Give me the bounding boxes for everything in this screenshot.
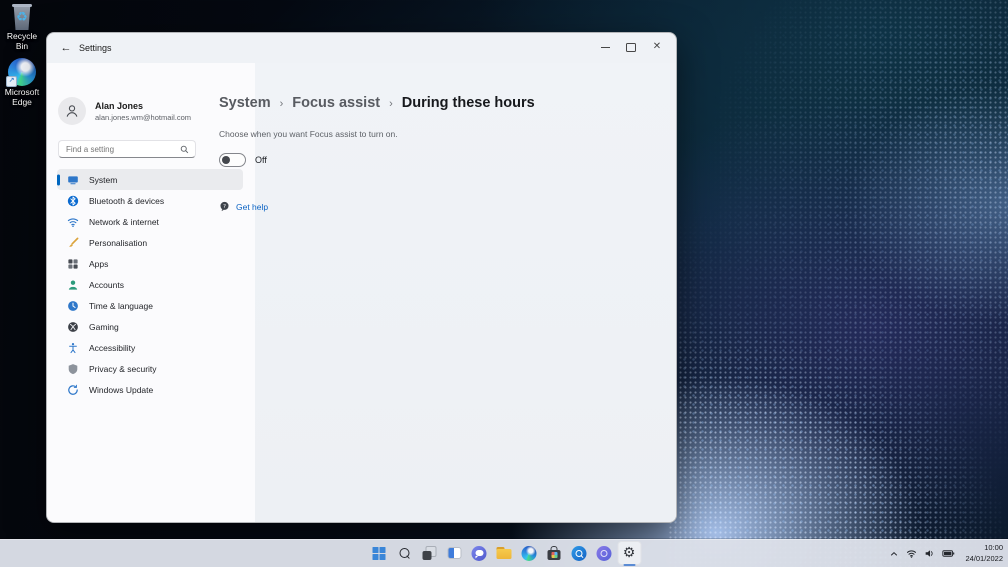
task-view-button[interactable] [417, 541, 441, 565]
desktop: ♻ Recycle Bin ↗ Microsoft Edge ← Setting… [0, 0, 1008, 567]
bluetooth-icon [67, 195, 79, 207]
desktop-icon-label: Microsoft Edge [4, 87, 40, 107]
hidden-icons-chevron[interactable] [889, 549, 899, 559]
desktop-icon-microsoft-edge[interactable]: ↗ Microsoft Edge [0, 58, 44, 108]
tray-date: 24/01/2022 [965, 553, 1003, 563]
settings-taskbar-button[interactable]: ⚙ [617, 541, 641, 565]
sidebar-item-accessibility[interactable]: Accessibility [57, 337, 243, 358]
sidebar-item-system[interactable]: System [57, 169, 243, 190]
system-tray: 10:00 24/01/2022 [889, 540, 1003, 567]
widgets-button[interactable] [442, 541, 466, 565]
settings-search[interactable] [58, 140, 196, 158]
page-description: Choose when you want Focus assist to tur… [219, 129, 398, 139]
sidebar-item-time-language[interactable]: Time & language [57, 295, 243, 316]
svg-text:?: ? [223, 204, 226, 210]
shortcut-arrow-icon: ↗ [6, 76, 17, 87]
back-button[interactable]: ← [57, 40, 75, 56]
window-titlebar[interactable]: ← Settings ✕ [47, 33, 676, 63]
focus-assist-toggle[interactable] [219, 153, 246, 167]
avatar [58, 97, 86, 125]
breadcrumb: System › Focus assist › During these hou… [219, 95, 535, 111]
window-title: Settings [79, 43, 112, 53]
settings-content: System › Focus assist › During these hou… [219, 63, 676, 522]
search-app-button[interactable] [567, 541, 591, 565]
user-email: alan.jones.wm@hotmail.com [95, 112, 191, 122]
cortana-icon [596, 545, 612, 561]
search-app-icon [571, 545, 587, 561]
gear-icon: ⚙ [622, 545, 636, 561]
sidebar-item-windows-update[interactable]: Windows Update [57, 379, 243, 400]
sidebar-item-personalisation[interactable]: Personalisation [57, 232, 243, 253]
settings-nav: System Bluetooth & devices Network & int… [57, 169, 243, 400]
start-button[interactable] [367, 541, 391, 565]
sidebar-item-network-internet[interactable]: Network & internet [57, 211, 243, 232]
file-explorer-button[interactable] [492, 541, 516, 565]
search-input[interactable] [59, 144, 180, 154]
edge-icon: ↗ [6, 58, 36, 87]
taskbar: ⚙ 10:00 24/01/2022 [0, 539, 1008, 567]
search-icon [180, 145, 189, 154]
accessibility-icon [67, 342, 79, 354]
chat-icon [471, 545, 487, 561]
microsoft-store-button[interactable] [542, 541, 566, 565]
minimize-button[interactable] [592, 38, 618, 56]
maximize-button[interactable] [618, 38, 644, 56]
chevron-right-icon: › [279, 97, 284, 110]
windows-logo-icon [372, 546, 386, 560]
accounts-icon [67, 279, 79, 291]
cortana-button[interactable] [592, 541, 616, 565]
xbox-icon [67, 321, 79, 333]
system-icon [67, 174, 79, 186]
desktop-icon-label: Recycle Bin [6, 31, 38, 51]
apps-icon [67, 258, 79, 270]
toggle-state-label: Off [255, 155, 267, 165]
battery-tray-icon[interactable] [942, 548, 955, 559]
shield-icon [67, 363, 79, 375]
user-name: Alan Jones [95, 101, 144, 112]
desktop-icon-recycle-bin[interactable]: ♻ Recycle Bin [0, 4, 44, 52]
sidebar-item-privacy-security[interactable]: Privacy & security [57, 358, 243, 379]
sidebar-item-apps[interactable]: Apps [57, 253, 243, 274]
close-button[interactable]: ✕ [644, 38, 670, 56]
wifi-icon [67, 216, 79, 228]
wifi-tray-icon[interactable] [906, 548, 917, 559]
search-icon [399, 548, 409, 558]
chat-button[interactable] [467, 541, 491, 565]
update-icon [67, 384, 79, 396]
task-view-icon [422, 546, 436, 560]
sidebar-item-gaming[interactable]: Gaming [57, 316, 243, 337]
taskbar-icons: ⚙ [367, 541, 642, 565]
breadcrumb-current-page: During these hours [401, 95, 535, 111]
sidebar-item-bluetooth-devices[interactable]: Bluetooth & devices [57, 190, 243, 211]
store-bag-icon [547, 546, 561, 560]
wallpaper-sparkles [668, 0, 1008, 567]
help-bubble-icon: ? [219, 201, 230, 212]
get-help-link[interactable]: ? Get help [219, 201, 268, 212]
recycle-bin-icon: ♻ [9, 4, 35, 30]
sidebar-item-accounts[interactable]: Accounts [57, 274, 243, 295]
tray-time: 10:00 [984, 543, 1003, 553]
clock-globe-icon [67, 300, 79, 312]
chevron-right-icon: › [389, 97, 393, 110]
breadcrumb-system[interactable]: System [219, 95, 271, 111]
breadcrumb-focus-assist[interactable]: Focus assist [292, 95, 380, 111]
clock[interactable]: 10:00 24/01/2022 [962, 543, 1003, 563]
edge-icon [521, 545, 537, 561]
widgets-icon [447, 547, 461, 559]
taskbar-search-button[interactable] [392, 541, 416, 565]
edge-button[interactable] [517, 541, 541, 565]
settings-window: ← Settings ✕ Alan Jones alan.jones.wm@ho… [46, 32, 677, 523]
folder-icon [496, 547, 512, 559]
focus-assist-toggle-row: Off [219, 153, 267, 167]
user-profile[interactable]: Alan Jones alan.jones.wm@hotmail.com [58, 97, 191, 125]
brush-icon [67, 237, 79, 249]
volume-tray-icon[interactable] [924, 548, 935, 559]
